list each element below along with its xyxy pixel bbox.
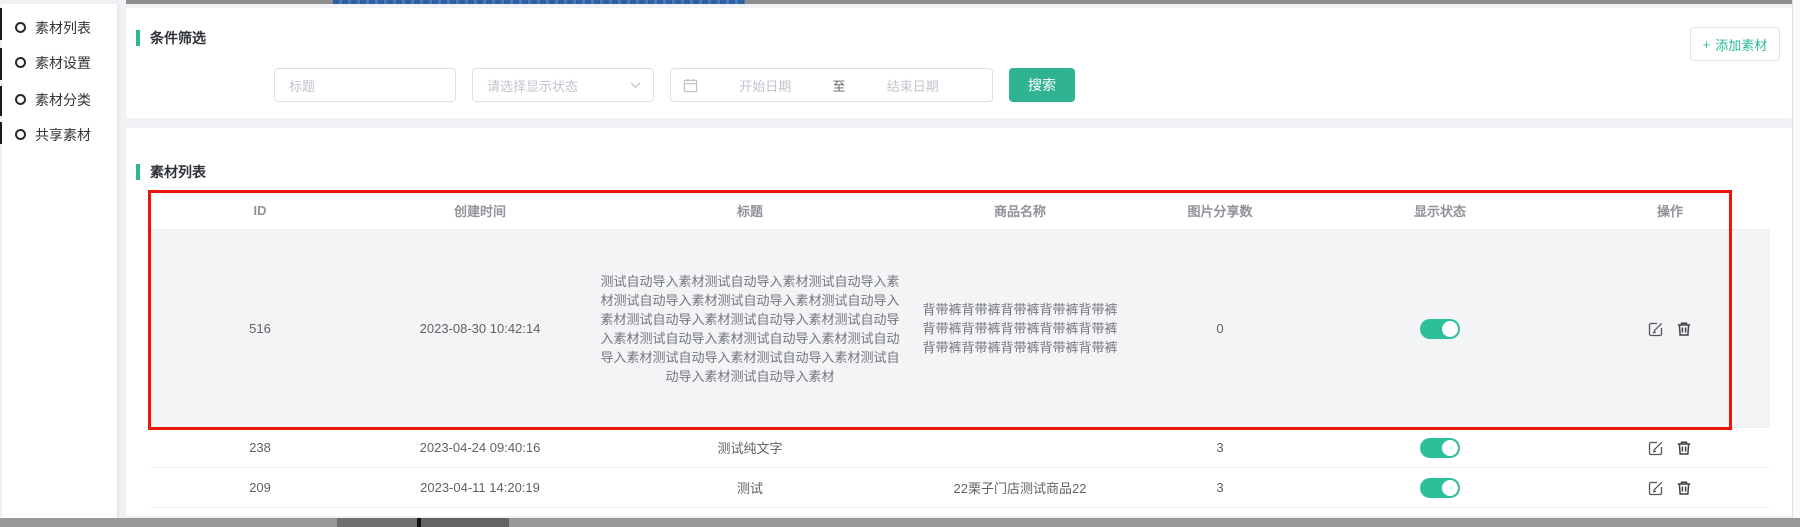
date-separator: 至 bbox=[833, 76, 846, 95]
add-material-button[interactable]: + 添加素材 bbox=[1690, 27, 1780, 61]
scrollbar-segment bbox=[421, 518, 509, 527]
circle-icon bbox=[15, 129, 26, 140]
cell-created: 2023-08-30 10:42:14 bbox=[370, 317, 590, 340]
sidebar-item-material-list[interactable]: 素材列表 bbox=[2, 10, 117, 45]
search-button[interactable]: 搜索 bbox=[1009, 68, 1075, 102]
col-header-id: ID bbox=[150, 199, 370, 222]
title-input-placeholder: 标题 bbox=[289, 76, 315, 95]
col-header-actions: 操作 bbox=[1570, 197, 1770, 224]
sidebar-item-material-settings[interactable]: 素材设置 bbox=[2, 45, 117, 80]
trash-icon[interactable] bbox=[1676, 321, 1692, 337]
scrollbar-segment bbox=[337, 518, 418, 527]
table-row: 209 2023-04-11 14:20:19 测试 22栗子门店测试商品22 … bbox=[150, 468, 1770, 508]
sidebar-item-label: 共享素材 bbox=[35, 125, 91, 145]
material-list-card: 素材列表 ID 创建时间 标题 商品名称 图片分享数 显示状态 操作 516 2… bbox=[126, 128, 1792, 516]
cell-id: 516 bbox=[150, 317, 370, 340]
col-header-shares: 图片分享数 bbox=[1130, 197, 1310, 224]
table-row: 516 2023-08-30 10:42:14 测试自动导入素材测试自动导入素材… bbox=[150, 230, 1770, 428]
sidebar-item-material-category[interactable]: 素材分类 bbox=[2, 82, 117, 117]
col-header-status: 显示状态 bbox=[1310, 197, 1570, 224]
sidebar-item-label: 素材设置 bbox=[35, 53, 91, 73]
circle-icon bbox=[15, 57, 26, 68]
col-header-created: 创建时间 bbox=[370, 197, 590, 224]
edit-icon[interactable] bbox=[1648, 480, 1664, 496]
circle-icon bbox=[15, 94, 26, 105]
cell-title: 测试纯文字 bbox=[590, 434, 910, 461]
edit-icon[interactable] bbox=[1648, 321, 1664, 337]
cell-id: 209 bbox=[150, 476, 370, 499]
filter-section-title: 条件筛选 bbox=[150, 28, 206, 48]
table-row: 238 2023-04-24 09:40:16 测试纯文字 3 bbox=[150, 428, 1770, 468]
sidebar-item-label: 素材列表 bbox=[35, 18, 91, 38]
filter-card: 条件筛选 标题 请选择显示状态 开始日期 至 结束日期 搜索 bbox=[126, 8, 1792, 118]
chevron-down-icon bbox=[630, 82, 641, 89]
clipped-link-bar bbox=[333, 0, 745, 4]
trash-icon[interactable] bbox=[1676, 440, 1692, 456]
horizontal-scrollbar[interactable] bbox=[0, 518, 1800, 527]
date-range-picker[interactable]: 开始日期 至 结束日期 bbox=[670, 68, 993, 102]
vertical-scrollbar[interactable] bbox=[1792, 0, 1800, 519]
cell-product bbox=[910, 444, 1130, 452]
cell-created: 2023-04-11 14:20:19 bbox=[370, 476, 590, 499]
col-header-product: 商品名称 bbox=[910, 197, 1130, 224]
plus-icon: + bbox=[1703, 37, 1711, 52]
cell-shares: 3 bbox=[1130, 436, 1310, 459]
display-status-toggle[interactable] bbox=[1420, 438, 1460, 458]
sidebar: 素材列表 素材设置 素材分类 共享素材 bbox=[2, 4, 118, 518]
cell-created: 2023-04-24 09:40:16 bbox=[370, 436, 590, 459]
trash-icon[interactable] bbox=[1676, 480, 1692, 496]
list-section-title: 素材列表 bbox=[150, 162, 206, 182]
title-filter-input[interactable]: 标题 bbox=[274, 68, 456, 102]
cell-product: 背带裤背带裤背带裤背带裤背带裤背带裤背带裤背带裤背带裤背带裤背带裤背带裤背带裤背… bbox=[910, 296, 1130, 361]
status-select-placeholder: 请选择显示状态 bbox=[487, 76, 578, 95]
col-header-title: 标题 bbox=[590, 197, 910, 224]
material-table: ID 创建时间 标题 商品名称 图片分享数 显示状态 操作 516 2023-0… bbox=[150, 192, 1770, 508]
section-accent-bar bbox=[136, 164, 140, 180]
add-material-label: 添加素材 bbox=[1715, 35, 1767, 54]
sidebar-item-label: 素材分类 bbox=[35, 90, 91, 110]
cell-shares: 0 bbox=[1130, 317, 1310, 340]
cell-product: 22栗子门店测试商品22 bbox=[910, 474, 1130, 501]
display-status-toggle[interactable] bbox=[1420, 319, 1460, 339]
cell-title: 测试 bbox=[590, 474, 910, 501]
cell-title: 测试自动导入素材测试自动导入素材测试自动导入素材测试自动导入素材测试自动导入素材… bbox=[590, 268, 910, 390]
clipped-top-strip bbox=[126, 0, 1792, 4]
end-date-placeholder[interactable]: 结束日期 bbox=[846, 76, 981, 95]
cell-shares: 3 bbox=[1130, 476, 1310, 499]
calendar-icon bbox=[683, 78, 698, 93]
start-date-placeholder[interactable]: 开始日期 bbox=[698, 76, 833, 95]
edit-icon[interactable] bbox=[1648, 440, 1664, 456]
table-header-row: ID 创建时间 标题 商品名称 图片分享数 显示状态 操作 bbox=[150, 192, 1770, 230]
section-accent-bar bbox=[136, 30, 140, 46]
sidebar-item-shared-material[interactable]: 共享素材 bbox=[2, 117, 117, 152]
display-status-toggle[interactable] bbox=[1420, 478, 1460, 498]
display-status-select[interactable]: 请选择显示状态 bbox=[472, 68, 654, 102]
cell-id: 238 bbox=[150, 436, 370, 459]
circle-icon bbox=[15, 22, 26, 33]
